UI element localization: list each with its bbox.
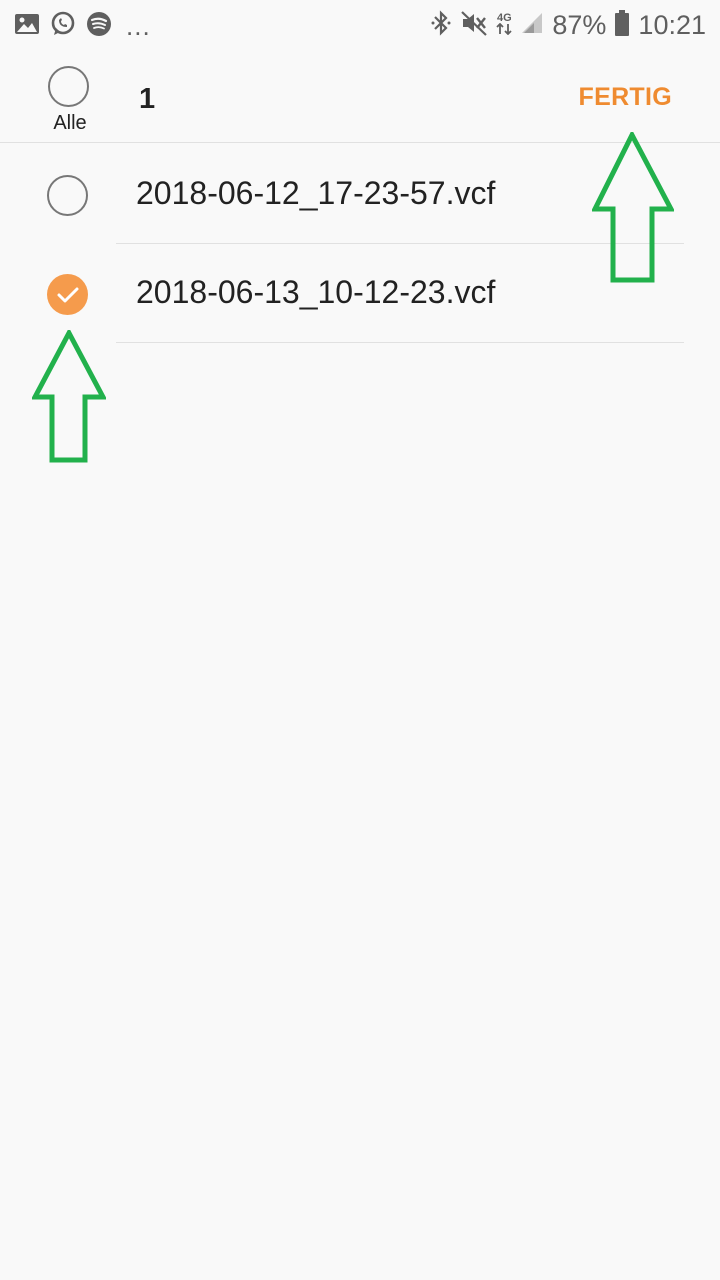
spotify-icon: [86, 11, 112, 42]
gallery-icon: [14, 12, 40, 41]
system-icons: 4G 87% 10:21: [430, 6, 706, 44]
unchecked-circle-icon[interactable]: [47, 175, 88, 216]
signal-strength-icon: [520, 11, 544, 40]
battery-percentage: 87%: [552, 9, 607, 40]
green-arrow-up-icon: [32, 330, 106, 463]
mute-icon: [460, 9, 488, 42]
done-button[interactable]: FERTIG: [579, 83, 672, 112]
clock: 10:21: [638, 9, 706, 40]
divider: [116, 342, 684, 343]
battery-icon: [614, 9, 630, 42]
network-4g-icon: 4G: [496, 13, 513, 37]
bluetooth-icon: [430, 9, 452, 42]
file-checkbox-checked[interactable]: [47, 274, 88, 315]
notification-icons: ...: [14, 11, 151, 42]
more-notifications-indicator: ...: [126, 11, 151, 41]
file-name: 2018-06-12_17-23-57.vcf: [136, 175, 496, 211]
select-all-label: Alle: [53, 112, 87, 134]
selected-count: 1: [139, 83, 156, 115]
select-all-circle[interactable]: [48, 66, 89, 107]
file-name: 2018-06-13_10-12-23.vcf: [136, 274, 496, 310]
green-arrow-up-icon: [592, 132, 674, 283]
status-bar: ... 4G 87% 10:21: [0, 0, 720, 50]
select-all-checkbox[interactable]: Alle: [48, 66, 92, 135]
whatsapp-icon: [50, 11, 76, 42]
selection-toolbar: Alle 1 FERTIG: [0, 50, 720, 143]
checkmark-icon[interactable]: [47, 274, 88, 315]
file-checkbox-unchecked[interactable]: [47, 175, 88, 216]
